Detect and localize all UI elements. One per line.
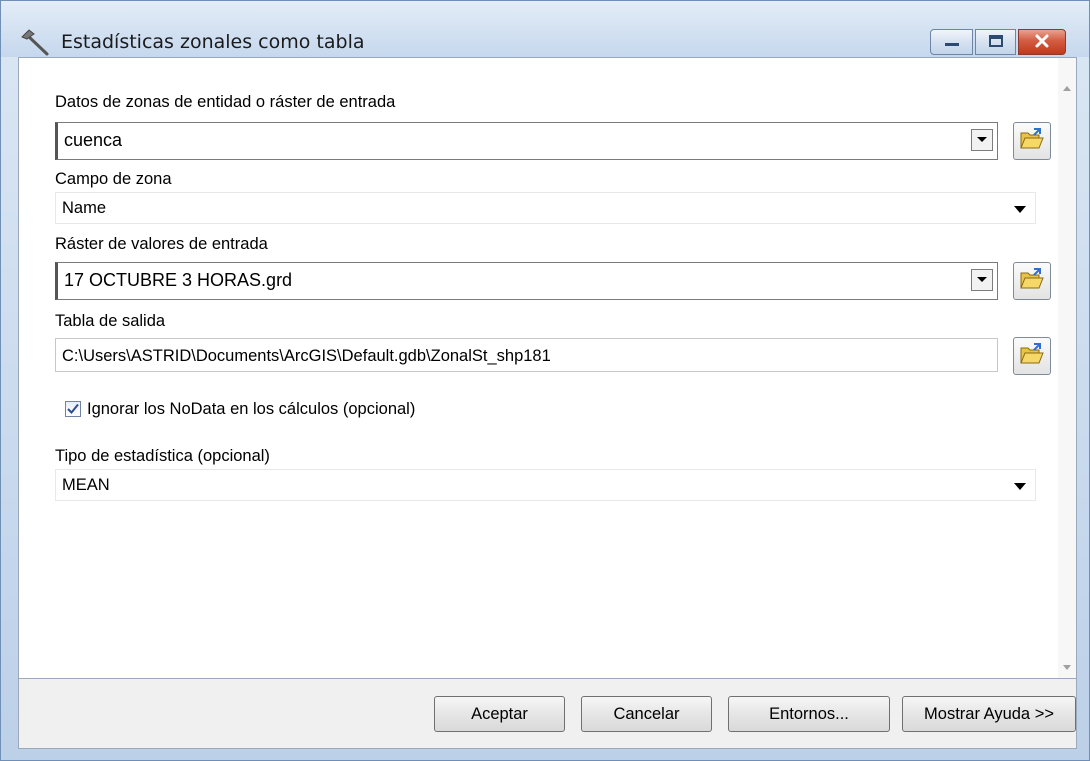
output-table-browse-button[interactable] — [1013, 337, 1051, 375]
ignore-nodata-checkbox[interactable] — [65, 401, 81, 417]
vertical-scrollbar[interactable] — [1058, 58, 1076, 678]
zone-field-select[interactable]: Name — [55, 192, 1036, 224]
chevron-down-icon[interactable] — [971, 129, 993, 151]
stat-type-value: MEAN — [62, 476, 110, 494]
value-raster-label: Ráster de valores de entrada — [55, 235, 268, 253]
stat-type-select[interactable]: MEAN — [55, 469, 1036, 501]
folder-open-icon — [1019, 267, 1045, 295]
stat-type-label: Tipo de estadística (opcional) — [55, 447, 270, 465]
output-table-label: Tabla de salida — [55, 312, 166, 330]
output-table-value: C:\Users\ASTRID\Documents\ArcGIS\Default… — [62, 347, 551, 365]
title-bar: Estadísticas zonales como tabla — [1, 1, 1089, 57]
folder-open-icon — [1019, 127, 1045, 155]
input-zone-browse-button[interactable] — [1013, 122, 1051, 160]
input-zone-combo[interactable]: cuenca — [55, 122, 998, 160]
folder-open-icon — [1019, 342, 1045, 370]
dialog-window: Estadísticas zonales como tabla Datos de… — [0, 0, 1090, 761]
cancel-button[interactable]: Cancelar — [581, 696, 712, 732]
input-zone-label: Datos de zonas de entidad o ráster de en… — [55, 93, 396, 111]
maximize-button[interactable] — [975, 29, 1016, 55]
environments-button[interactable]: Entornos... — [728, 696, 890, 732]
value-raster-combo[interactable]: 17 OCTUBRE 3 HORAS.grd — [55, 262, 998, 300]
checkmark-icon — [67, 400, 79, 419]
parameters-panel: Datos de zonas de entidad o ráster de en… — [18, 57, 1077, 679]
maximize-icon — [988, 33, 1004, 52]
chevron-down-icon — [1014, 483, 1026, 490]
value-raster-browse-button[interactable] — [1013, 262, 1051, 300]
output-table-input[interactable]: C:\Users\ASTRID\Documents\ArcGIS\Default… — [55, 338, 998, 372]
chevron-down-icon — [1014, 206, 1026, 213]
hammer-icon — [19, 27, 53, 57]
window-title: Estadísticas zonales como tabla — [61, 31, 365, 53]
ignore-nodata-label[interactable]: Ignorar los NoData en los cálculos (opci… — [87, 400, 415, 419]
scroll-down-icon[interactable] — [1063, 656, 1071, 675]
ok-button[interactable]: Aceptar — [434, 696, 565, 732]
close-icon — [1034, 33, 1050, 52]
input-zone-value: cuenca — [64, 130, 123, 150]
minimize-icon — [944, 33, 960, 52]
minimize-button[interactable] — [930, 29, 973, 55]
value-raster-value: 17 OCTUBRE 3 HORAS.grd — [64, 270, 293, 290]
scroll-up-icon[interactable] — [1063, 76, 1071, 95]
chevron-down-icon[interactable] — [971, 269, 993, 291]
zone-field-value: Name — [62, 199, 107, 217]
close-button[interactable] — [1018, 29, 1066, 55]
zone-field-label: Campo de zona — [55, 170, 172, 188]
show-help-button[interactable]: Mostrar Ayuda >> — [902, 696, 1076, 732]
